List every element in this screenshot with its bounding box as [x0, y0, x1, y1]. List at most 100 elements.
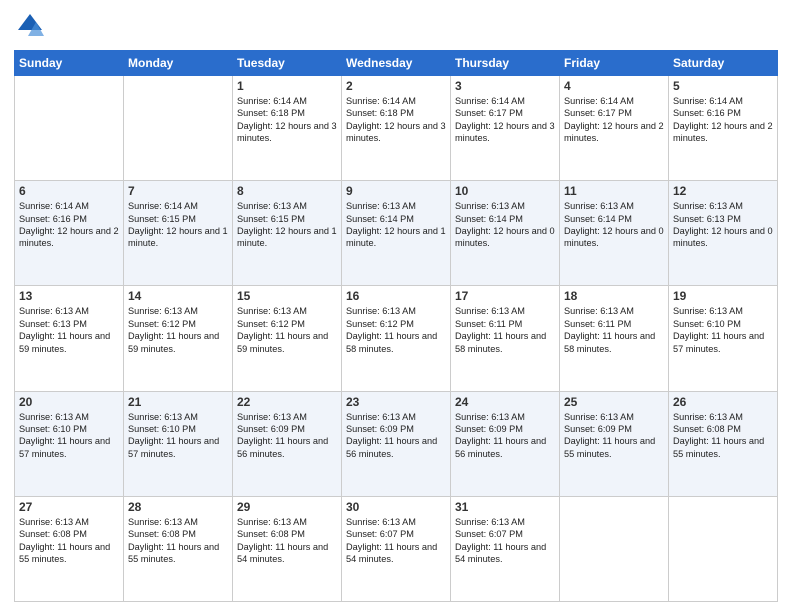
calendar-cell: 23Sunrise: 6:13 AM Sunset: 6:09 PM Dayli…	[342, 391, 451, 496]
day-number: 13	[19, 289, 119, 303]
calendar-cell: 14 Sunrise: 6:13 AM Sunset: 6:12 PM Dayli…	[124, 286, 233, 391]
calendar-cell	[669, 496, 778, 601]
calendar-cell: 16Sunrise: 6:13 AM Sunset: 6:12 PM Dayli…	[342, 286, 451, 391]
day-number: 20	[19, 395, 119, 409]
calendar-cell: 22Sunrise: 6:13 AM Sunset: 6:09 PM Dayli…	[233, 391, 342, 496]
cell-text: Sunrise: 6:14 AM Sunset: 6:18 PM Dayligh…	[346, 95, 446, 145]
cell-text: Sunrise: 6:13 AM Sunset: 6:07 PM Dayligh…	[455, 516, 555, 566]
calendar-cell: 20 Sunrise: 6:13 AM Sunset: 6:10 PM Dayli…	[15, 391, 124, 496]
calendar-week-row: 20 Sunrise: 6:13 AM Sunset: 6:10 PM Dayli…	[15, 391, 778, 496]
cell-text: Sunrise: 6:14 AM Sunset: 6:15 PM Dayligh…	[128, 200, 228, 250]
day-number: 11	[564, 184, 664, 198]
day-number: 17	[455, 289, 555, 303]
calendar-cell: 3 Sunrise: 6:14 AM Sunset: 6:17 PM Daylig…	[451, 76, 560, 181]
cell-text: Sunrise: 6:13 AM Sunset: 6:11 PM Dayligh…	[564, 305, 664, 355]
calendar: SundayMondayTuesdayWednesdayThursdayFrid…	[14, 50, 778, 602]
cell-text: Sunrise: 6:14 AM Sunset: 6:17 PM Dayligh…	[455, 95, 555, 145]
calendar-week-row: 1Sunrise: 6:14 AM Sunset: 6:18 PM Daylig…	[15, 76, 778, 181]
day-number: 5	[673, 79, 773, 93]
calendar-cell	[15, 76, 124, 181]
cell-text: Sunrise: 6:13 AM Sunset: 6:08 PM Dayligh…	[673, 411, 773, 461]
calendar-cell: 9 Sunrise: 6:13 AM Sunset: 6:14 PM Daylig…	[342, 181, 451, 286]
header	[14, 10, 778, 42]
weekday-header: Wednesday	[342, 51, 451, 76]
calendar-week-row: 6 Sunrise: 6:14 AM Sunset: 6:16 PM Daylig…	[15, 181, 778, 286]
day-number: 18	[564, 289, 664, 303]
day-number: 28	[128, 500, 228, 514]
calendar-cell: 7Sunrise: 6:14 AM Sunset: 6:15 PM Daylig…	[124, 181, 233, 286]
day-number: 14	[128, 289, 228, 303]
calendar-cell: 4 Sunrise: 6:14 AM Sunset: 6:17 PM Daylig…	[560, 76, 669, 181]
day-number: 23	[346, 395, 446, 409]
cell-text: Sunrise: 6:14 AM Sunset: 6:17 PM Dayligh…	[564, 95, 664, 145]
calendar-cell: 29 Sunrise: 6:13 AM Sunset: 6:08 PM Dayli…	[233, 496, 342, 601]
day-number: 24	[455, 395, 555, 409]
cell-text: Sunrise: 6:13 AM Sunset: 6:10 PM Dayligh…	[673, 305, 773, 355]
calendar-body: 1Sunrise: 6:14 AM Sunset: 6:18 PM Daylig…	[15, 76, 778, 602]
day-number: 9	[346, 184, 446, 198]
cell-text: Sunrise: 6:13 AM Sunset: 6:14 PM Dayligh…	[346, 200, 446, 250]
logo	[14, 10, 50, 42]
cell-text: Sunrise: 6:13 AM Sunset: 6:14 PM Dayligh…	[564, 200, 664, 250]
cell-text: Sunrise: 6:13 AM Sunset: 6:14 PM Dayligh…	[455, 200, 555, 250]
calendar-cell: 6 Sunrise: 6:14 AM Sunset: 6:16 PM Daylig…	[15, 181, 124, 286]
calendar-cell: 5 Sunrise: 6:14 AM Sunset: 6:16 PM Daylig…	[669, 76, 778, 181]
cell-text: Sunrise: 6:14 AM Sunset: 6:16 PM Dayligh…	[19, 200, 119, 250]
cell-text: Sunrise: 6:13 AM Sunset: 6:08 PM Dayligh…	[237, 516, 337, 566]
cell-text: Sunrise: 6:13 AM Sunset: 6:11 PM Dayligh…	[455, 305, 555, 355]
cell-text: Sunrise: 6:13 AM Sunset: 6:07 PM Dayligh…	[346, 516, 446, 566]
calendar-cell: 24 Sunrise: 6:13 AM Sunset: 6:09 PM Dayli…	[451, 391, 560, 496]
page: SundayMondayTuesdayWednesdayThursdayFrid…	[0, 0, 792, 612]
day-number: 31	[455, 500, 555, 514]
calendar-cell: 18 Sunrise: 6:13 AM Sunset: 6:11 PM Dayli…	[560, 286, 669, 391]
day-number: 6	[19, 184, 119, 198]
day-number: 15	[237, 289, 337, 303]
calendar-cell: 25Sunrise: 6:13 AM Sunset: 6:09 PM Dayli…	[560, 391, 669, 496]
cell-text: Sunrise: 6:13 AM Sunset: 6:09 PM Dayligh…	[455, 411, 555, 461]
calendar-cell: 12 Sunrise: 6:13 AM Sunset: 6:13 PM Dayli…	[669, 181, 778, 286]
calendar-cell: 2 Sunrise: 6:14 AM Sunset: 6:18 PM Daylig…	[342, 76, 451, 181]
cell-text: Sunrise: 6:13 AM Sunset: 6:08 PM Dayligh…	[19, 516, 119, 566]
cell-text: Sunrise: 6:14 AM Sunset: 6:16 PM Dayligh…	[673, 95, 773, 145]
cell-text: Sunrise: 6:13 AM Sunset: 6:12 PM Dayligh…	[237, 305, 337, 355]
calendar-cell: 28Sunrise: 6:13 AM Sunset: 6:08 PM Dayli…	[124, 496, 233, 601]
calendar-cell: 19 Sunrise: 6:13 AM Sunset: 6:10 PM Dayli…	[669, 286, 778, 391]
day-number: 10	[455, 184, 555, 198]
day-number: 25	[564, 395, 664, 409]
day-number: 8	[237, 184, 337, 198]
cell-text: Sunrise: 6:13 AM Sunset: 6:09 PM Dayligh…	[237, 411, 337, 461]
cell-text: Sunrise: 6:13 AM Sunset: 6:10 PM Dayligh…	[19, 411, 119, 461]
weekday-header: Tuesday	[233, 51, 342, 76]
calendar-cell: 27Sunrise: 6:13 AM Sunset: 6:08 PM Dayli…	[15, 496, 124, 601]
cell-text: Sunrise: 6:14 AM Sunset: 6:18 PM Dayligh…	[237, 95, 337, 145]
calendar-week-row: 27Sunrise: 6:13 AM Sunset: 6:08 PM Dayli…	[15, 496, 778, 601]
calendar-cell: 13Sunrise: 6:13 AM Sunset: 6:13 PM Dayli…	[15, 286, 124, 391]
weekday-header: Friday	[560, 51, 669, 76]
day-number: 2	[346, 79, 446, 93]
day-number: 26	[673, 395, 773, 409]
day-number: 12	[673, 184, 773, 198]
calendar-cell: 30Sunrise: 6:13 AM Sunset: 6:07 PM Dayli…	[342, 496, 451, 601]
day-number: 29	[237, 500, 337, 514]
day-number: 3	[455, 79, 555, 93]
day-number: 16	[346, 289, 446, 303]
weekday-header: Saturday	[669, 51, 778, 76]
calendar-cell: 10 Sunrise: 6:13 AM Sunset: 6:14 PM Dayli…	[451, 181, 560, 286]
day-number: 4	[564, 79, 664, 93]
weekday-row: SundayMondayTuesdayWednesdayThursdayFrid…	[15, 51, 778, 76]
calendar-cell: 11 Sunrise: 6:13 AM Sunset: 6:14 PM Dayli…	[560, 181, 669, 286]
calendar-cell: 21Sunrise: 6:13 AM Sunset: 6:10 PM Dayli…	[124, 391, 233, 496]
calendar-week-row: 13Sunrise: 6:13 AM Sunset: 6:13 PM Dayli…	[15, 286, 778, 391]
calendar-cell: 17 Sunrise: 6:13 AM Sunset: 6:11 PM Dayli…	[451, 286, 560, 391]
weekday-header: Monday	[124, 51, 233, 76]
calendar-cell: 31 Sunrise: 6:13 AM Sunset: 6:07 PM Dayli…	[451, 496, 560, 601]
cell-text: Sunrise: 6:13 AM Sunset: 6:13 PM Dayligh…	[673, 200, 773, 250]
calendar-header: SundayMondayTuesdayWednesdayThursdayFrid…	[15, 51, 778, 76]
calendar-cell	[124, 76, 233, 181]
cell-text: Sunrise: 6:13 AM Sunset: 6:12 PM Dayligh…	[128, 305, 228, 355]
calendar-cell: 8Sunrise: 6:13 AM Sunset: 6:15 PM Daylig…	[233, 181, 342, 286]
logo-icon	[14, 10, 46, 42]
day-number: 19	[673, 289, 773, 303]
calendar-cell	[560, 496, 669, 601]
calendar-cell: 1Sunrise: 6:14 AM Sunset: 6:18 PM Daylig…	[233, 76, 342, 181]
